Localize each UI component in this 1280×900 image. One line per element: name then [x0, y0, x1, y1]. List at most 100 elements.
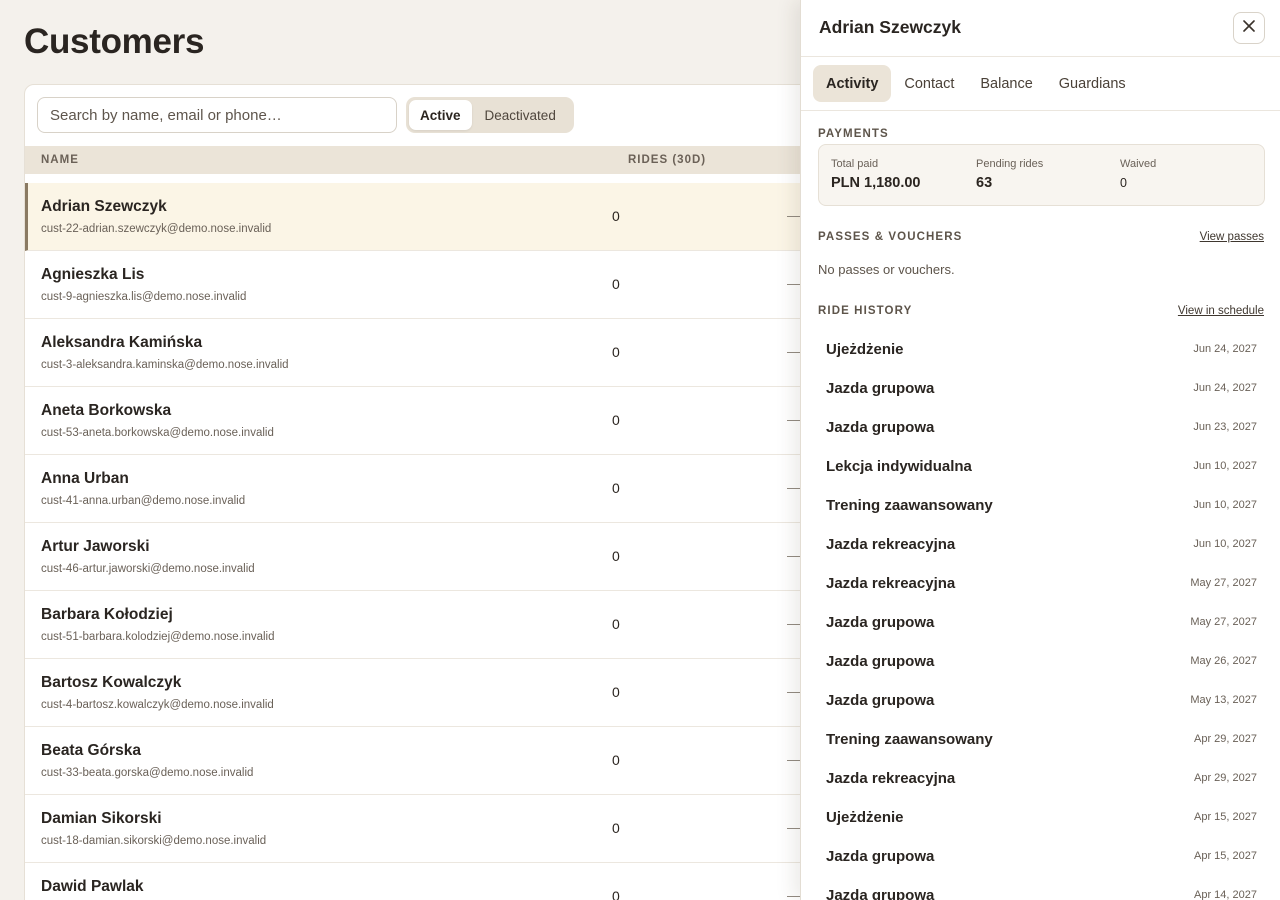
ride-history-item[interactable]: Ujeżdżenie Jun 24, 2027 — [818, 330, 1265, 369]
search-input[interactable] — [37, 97, 397, 133]
ride-history-item[interactable]: Trening zaawansowany Apr 29, 2027 — [818, 720, 1265, 759]
last-ride-value: — — [787, 615, 801, 631]
rides-count: 0 — [612, 548, 620, 564]
payments-label: PAYMENTS — [818, 128, 889, 140]
customer-name: Beata Górska — [41, 742, 141, 759]
stat-value: 63 — [976, 175, 993, 191]
customer-email: cust-41-anna.urban@demo.nose.invalid — [41, 495, 246, 507]
table-row[interactable]: Anna Urban cust-41-anna.urban@demo.nose.i… — [25, 455, 823, 523]
ride-history-item[interactable]: Jazda rekreacyjna Jun 10, 2027 — [818, 525, 1265, 564]
customer-name: Aleksandra Kamińska — [41, 334, 203, 351]
ride-history-item[interactable]: Jazda grupowa Jun 23, 2027 — [818, 408, 1265, 447]
ride-date: Jun 24, 2027 — [1193, 343, 1257, 355]
ride-date: May 26, 2027 — [1190, 655, 1257, 667]
toolbar: Active Deactivated — [37, 97, 823, 135]
table-row[interactable]: Bartosz Kowalczyk cust-4-bartosz.kowalczy… — [25, 659, 823, 727]
ride-history-item[interactable]: Trening zaawansowany Jun 10, 2027 — [818, 486, 1265, 525]
rides-count: 0 — [612, 616, 620, 632]
stat-label: Pending rides — [976, 158, 1044, 170]
customer-detail-panel: Adrian Szewczyk Activity Contact Balance… — [800, 0, 1280, 900]
ride-title: Jazda rekreacyjna — [826, 575, 956, 592]
customer-list: Adrian Szewczyk cust-22-adrian.szewczyk@d… — [25, 183, 823, 900]
rides-count: 0 — [612, 480, 620, 496]
view-in-schedule-link[interactable]: View in schedule — [1178, 305, 1264, 317]
stat-value: 0 — [1120, 176, 1127, 190]
ride-title: Ujeżdżenie — [826, 341, 904, 358]
rides-count: 0 — [612, 344, 620, 360]
ride-history-item[interactable]: Ujeżdżenie Apr 15, 2027 — [818, 798, 1265, 837]
ride-title: Jazda grupowa — [826, 653, 935, 670]
ride-date: May 27, 2027 — [1190, 616, 1257, 628]
close-icon — [1243, 19, 1255, 37]
ride-history-item[interactable]: Jazda grupowa May 13, 2027 — [818, 681, 1265, 720]
view-passes-link[interactable]: View passes — [1200, 231, 1264, 243]
column-header-name[interactable]: NAME — [41, 154, 79, 166]
rides-count: 0 — [612, 752, 620, 768]
ride-history-item[interactable]: Jazda grupowa Apr 15, 2027 — [818, 837, 1265, 876]
ride-title: Ujeżdżenie — [826, 809, 904, 826]
stat-label: Waived — [1120, 158, 1157, 170]
tab-activity[interactable]: Activity — [813, 65, 892, 102]
customer-email: cust-46-artur.jaworski@demo.nose.invalid — [41, 563, 255, 575]
rides-count: 0 — [612, 412, 620, 428]
customer-name: Artur Jaworski — [41, 538, 150, 555]
ride-title: Jazda rekreacyjna — [826, 770, 956, 787]
passes-empty-state: No passes or vouchers. — [818, 262, 955, 277]
ride-title: Lekcja indywidualna — [826, 458, 972, 475]
ride-history-item[interactable]: Jazda rekreacyjna Apr 29, 2027 — [818, 759, 1265, 798]
customer-email: cust-22-adrian.szewczyk@demo.nose.invali… — [41, 223, 272, 235]
tab-contact[interactable]: Contact — [891, 65, 967, 102]
passes-label: PASSES & VOUCHERS — [818, 231, 963, 243]
ride-date: Jun 10, 2027 — [1193, 460, 1257, 472]
stat-pending-rides: Pending rides 63 — [976, 158, 1043, 191]
table-row[interactable]: Damian Sikorski cust-18-damian.sikorski@d… — [25, 795, 823, 863]
customer-name: Aneta Borkowska — [41, 402, 172, 419]
table-row[interactable]: Aleksandra Kamińska cust-3-aleksandra.kam… — [25, 319, 823, 387]
ride-title: Trening zaawansowany — [826, 731, 993, 748]
table-row[interactable]: Adrian Szewczyk cust-22-adrian.szewczyk@d… — [25, 183, 823, 251]
customer-name: Barbara Kołodziej — [41, 606, 173, 623]
table-row[interactable]: Barbara Kołodziej cust-51-barbara.kolodzi… — [25, 591, 823, 659]
customer-email: cust-9-agnieszka.lis@demo.nose.invalid — [41, 291, 247, 303]
ride-title: Jazda grupowa — [826, 380, 935, 397]
ride-history-list: Ujeżdżenie Jun 24, 2027 Jazda grupowa Jun 2… — [818, 330, 1265, 900]
table-row[interactable]: Beata Górska cust-33-beata.gorska@demo.no… — [25, 727, 823, 795]
status-filter: Active Deactivated — [406, 97, 574, 133]
customer-email: cust-33-beata.gorska@demo.nose.invalid — [41, 767, 254, 779]
customer-email: cust-3-aleksandra.kaminska@demo.nose.inv… — [41, 359, 289, 371]
ride-title: Jazda grupowa — [826, 692, 935, 709]
ride-date: Jun 10, 2027 — [1193, 538, 1257, 550]
ride-history-item[interactable]: Jazda grupowa Jun 24, 2027 — [818, 369, 1265, 408]
ride-history-item[interactable]: Jazda grupowa Apr 14, 2027 — [818, 876, 1265, 900]
tab-guardians[interactable]: Guardians — [1046, 65, 1139, 102]
ride-history-item[interactable]: Jazda grupowa May 27, 2027 — [818, 603, 1265, 642]
ride-date: Apr 15, 2027 — [1194, 811, 1257, 823]
ride-title: Jazda grupowa — [826, 419, 935, 436]
ride-history-item[interactable]: Jazda grupowa May 26, 2027 — [818, 642, 1265, 681]
ride-date: Apr 29, 2027 — [1194, 733, 1257, 745]
filter-deactivated[interactable]: Deactivated — [474, 100, 567, 130]
stat-label: Total paid — [831, 158, 879, 170]
table-row[interactable]: Agnieszka Lis cust-9-agnieszka.lis@demo.n… — [25, 251, 823, 319]
ride-title: Jazda grupowa — [826, 887, 935, 900]
customer-name: Adrian Szewczyk — [41, 198, 167, 215]
customer-email: cust-51-barbara.kolodziej@demo.nose.inva… — [41, 631, 275, 643]
page-title: Customers — [24, 22, 205, 61]
ride-title: Trening zaawansowany — [826, 497, 993, 514]
tabs-divider — [801, 110, 1280, 111]
tab-balance[interactable]: Balance — [967, 65, 1045, 102]
ride-date: Apr 14, 2027 — [1194, 889, 1257, 900]
ride-date: Apr 15, 2027 — [1194, 850, 1257, 862]
customer-name: Anna Urban — [41, 470, 129, 487]
table-row[interactable]: Dawid Pawlak 0 — — [25, 863, 823, 900]
close-button[interactable] — [1233, 12, 1265, 44]
table-row[interactable]: Aneta Borkowska cust-53-aneta.borkowska@d… — [25, 387, 823, 455]
filter-active[interactable]: Active — [409, 100, 472, 130]
table-row[interactable]: Artur Jaworski cust-46-artur.jaworski@dem… — [25, 523, 823, 591]
ride-title: Jazda grupowa — [826, 614, 935, 631]
rides-count: 0 — [612, 276, 620, 292]
ride-history-item[interactable]: Lekcja indywidualna Jun 10, 2027 — [818, 447, 1265, 486]
last-ride-value: — — [787, 275, 801, 291]
column-header-rides[interactable]: RIDES (30D) — [628, 154, 706, 166]
ride-history-item[interactable]: Jazda rekreacyjna May 27, 2027 — [818, 564, 1265, 603]
